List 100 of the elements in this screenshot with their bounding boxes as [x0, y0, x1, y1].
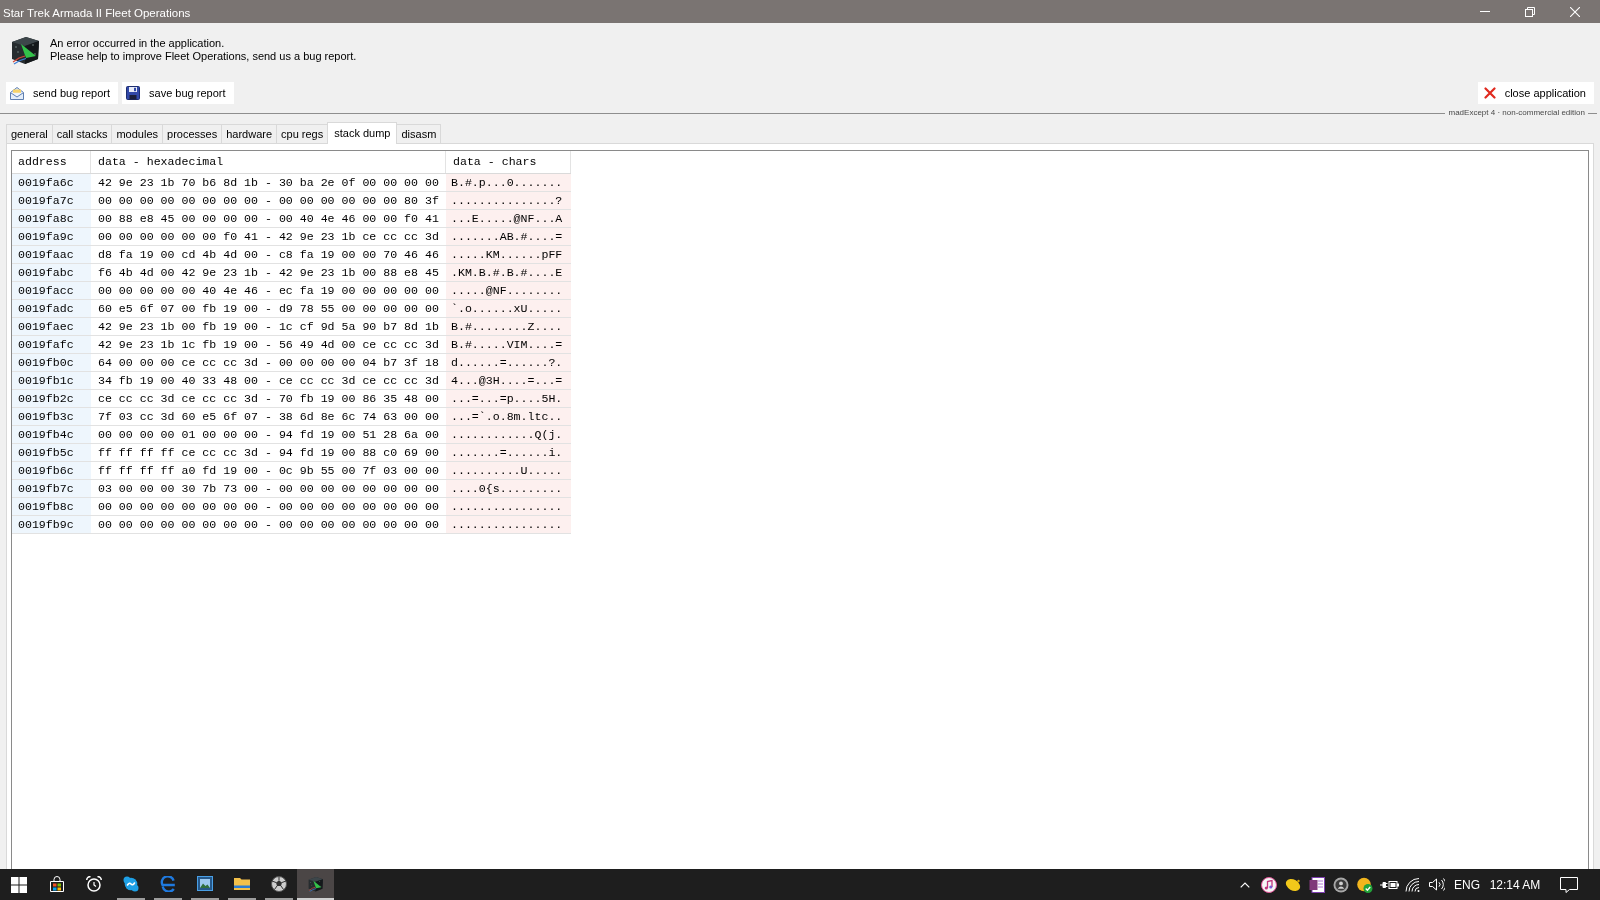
shopping-bag-icon	[48, 875, 65, 892]
address-cell: 0019fadc	[12, 300, 91, 317]
address-cell: 0019fb5c	[12, 444, 91, 461]
taskbar-button[interactable]	[297, 869, 334, 900]
error-message: Please help to improve Fleet Operations, send us a bug report.	[50, 50, 357, 63]
clock-time[interactable]: 12:14 AM	[1489, 877, 1541, 892]
address-cell: 0019fb4c	[12, 426, 91, 443]
address-cell: 0019facc	[12, 282, 91, 299]
chars-cell: .....KM......pFF	[446, 246, 571, 263]
browser-icon	[159, 875, 176, 892]
chevron-up-icon[interactable]	[1240, 881, 1250, 888]
lemon-icon[interactable]	[1285, 877, 1301, 892]
hex-data-cell-text: 00 00 00 00 00 00 f0 41 - 42 9e 23 1b ce cc cc 3d	[97, 229, 440, 245]
hex-data-cell-text: 00 00 00 00 00 00 00 00 - 00 00 00 00 00 00 00 00	[97, 517, 440, 533]
column-header: address	[12, 151, 91, 173]
edition-note: madExcept 4 · non-commercial edition	[1447, 108, 1586, 118]
address-cell: 0019faec	[12, 318, 91, 335]
tab[interactable]: general	[6, 124, 53, 143]
report-button[interactable]: send bug report	[6, 82, 119, 104]
hex-data-cell-text: 64 00 00 00 ce cc cc 3d - 00 00 00 00 04 b7 3f 18	[97, 355, 440, 371]
music-note-icon[interactable]	[1261, 876, 1277, 893]
address-cell: 0019fafc	[12, 336, 91, 353]
chars-cell: ....0{s.........	[446, 480, 571, 497]
check-badge-icon[interactable]	[1357, 876, 1373, 893]
address-cell: 0019fa6c	[12, 174, 91, 191]
tab[interactable]: stack dump	[327, 122, 398, 144]
language-indicator[interactable]: ENG	[1454, 877, 1480, 892]
address-cell: 0019fb9c	[12, 516, 91, 533]
cube-icon	[9, 35, 41, 65]
tab[interactable]: processes	[162, 124, 223, 143]
hex-data-cell-text: 00 00 00 00 00 00 00 00 - 00 00 00 00 00 00 80 3f	[97, 193, 440, 209]
address-cell: 0019fa9c	[12, 228, 91, 245]
chars-cell: `.o......xU.....	[446, 300, 571, 317]
hex-data-cell-text: 42 9e 23 1b 70 b6 8d 1b - 30 ba 2e 0f 00 00 00 00	[97, 175, 440, 191]
hex-data-cell-text: 03 00 00 00 30 7b 73 00 - 00 00 00 00 00 00 00 00	[97, 481, 440, 497]
chars-cell: ................	[446, 516, 571, 533]
wifi-icon[interactable]	[1405, 877, 1421, 892]
tab[interactable]: cpu regs	[276, 124, 329, 143]
tab[interactable]: disasm	[396, 124, 442, 143]
chars-cell: .....@NF........	[446, 282, 571, 299]
close-icon	[1483, 87, 1496, 99]
chars-cell: 4...@3H....=...=	[446, 372, 571, 389]
error-message: An error occurred in the application.	[50, 37, 226, 50]
chars-cell: .......AB.#....=	[446, 228, 571, 245]
start-menu-icon[interactable]	[11, 876, 27, 893]
chat-icon	[122, 875, 139, 892]
chars-cell: .KM.B.#.B.#....E	[446, 264, 571, 281]
close-application-button[interactable]: close application	[1477, 82, 1594, 104]
window-title: Star Trek Armada II Fleet Operations	[3, 6, 191, 19]
address-cell: 0019fb7c	[12, 480, 91, 497]
hex-data-cell-text: ff ff ff ff a0 fd 19 00 - 0c 9b 55 00 7f 03 00 00	[97, 463, 440, 479]
address-cell: 0019fb2c	[12, 390, 91, 407]
hex-data-cell-text: ff ff ff ff ce cc cc 3d - 94 fd 19 00 88 c0 69 00	[97, 445, 440, 461]
chars-cell: B.#.....VIM....=	[446, 336, 571, 353]
notification-icon[interactable]	[1559, 876, 1578, 893]
chars-cell: ...E.....@NF...A	[446, 210, 571, 227]
hex-data-cell-text: 42 9e 23 1b 00 fb 19 00 - 1c cf 9d 5a 90 b7 8d 1b	[97, 319, 440, 335]
user-icon[interactable]	[1333, 876, 1349, 893]
hex-data-cell-text: d8 fa 19 00 cd 4b 4d 00 - c8 fa 19 00 00 70 46 46	[97, 247, 440, 263]
chars-cell: ................	[446, 498, 571, 515]
close-icon[interactable]	[1569, 6, 1580, 17]
minimize-icon[interactable]	[1479, 11, 1490, 12]
address-cell: 0019fb6c	[12, 462, 91, 479]
hex-data-cell-text: ce cc cc 3d ce cc cc 3d - 70 fb 19 00 86 35 48 00	[97, 391, 440, 407]
hex-data-cell-text: 34 fb 19 00 40 33 48 00 - ce cc cc 3d ce cc cc 3d	[97, 373, 440, 389]
address-cell: 0019faac	[12, 246, 91, 263]
address-cell: 0019fb3c	[12, 408, 91, 425]
chars-cell: ...=`.o.8m.ltc..	[446, 408, 571, 425]
ball-icon	[270, 875, 287, 892]
notebook-icon[interactable]	[1309, 876, 1325, 893]
hex-data-cell-text: 00 88 e8 45 00 00 00 00 - 00 40 4e 46 00 00 f0 41	[97, 211, 440, 227]
column-header: data - hexadecimal	[91, 151, 446, 173]
address-cell: 0019fb0c	[12, 354, 91, 371]
hex-data-cell-text: f6 4b 4d 00 42 9e 23 1b - 42 9e 23 1b 00 88 e8 45	[97, 265, 440, 281]
hex-data-cell-text: 00 00 00 00 01 00 00 00 - 94 fd 19 00 51 28 6a 00	[97, 427, 440, 443]
chars-cell: B.#........Z....	[446, 318, 571, 335]
hex-data-cell-text: 00 00 00 00 00 00 00 00 - 00 00 00 00 00 00 00 00	[97, 499, 440, 515]
picture-icon	[196, 876, 213, 891]
chars-cell: ...=...=p....5H.	[446, 390, 571, 407]
speaker-icon[interactable]	[1429, 878, 1445, 891]
chars-cell: ............Q(j.	[446, 426, 571, 443]
report-button[interactable]: save bug report	[122, 82, 234, 104]
envelope-icon	[10, 86, 24, 100]
cube-icon	[307, 875, 324, 892]
hex-data-cell-text: 60 e5 6f 07 00 fb 19 00 - d9 78 55 00 00 00 00 00	[97, 301, 440, 317]
folder-icon	[233, 877, 250, 890]
hex-data-cell-text: 42 9e 23 1b 1c fb 19 00 - 56 49 4d 00 ce cc cc 3d	[97, 337, 440, 353]
address-cell: 0019fb1c	[12, 372, 91, 389]
address-cell: 0019fabc	[12, 264, 91, 281]
address-cell: 0019fa8c	[12, 210, 91, 227]
column-header: data - chars	[446, 151, 571, 173]
chars-cell: ...............?	[446, 192, 571, 209]
restore-icon[interactable]	[1524, 6, 1535, 17]
chars-cell: B.#.p...0.......	[446, 174, 571, 191]
chars-cell: ..........U.....	[446, 462, 571, 479]
chars-cell: d......=......?.	[446, 354, 571, 371]
battery-charging-icon[interactable]	[1379, 879, 1399, 890]
hex-data-cell-text: 7f 03 cc 3d 60 e5 6f 07 - 38 6d 8e 6c 74 63 00 00	[97, 409, 440, 425]
chars-cell: .......=......i.	[446, 444, 571, 461]
hex-data-cell-text: 00 00 00 00 00 40 4e 46 - ec fa 19 00 00 00 00 00	[97, 283, 440, 299]
